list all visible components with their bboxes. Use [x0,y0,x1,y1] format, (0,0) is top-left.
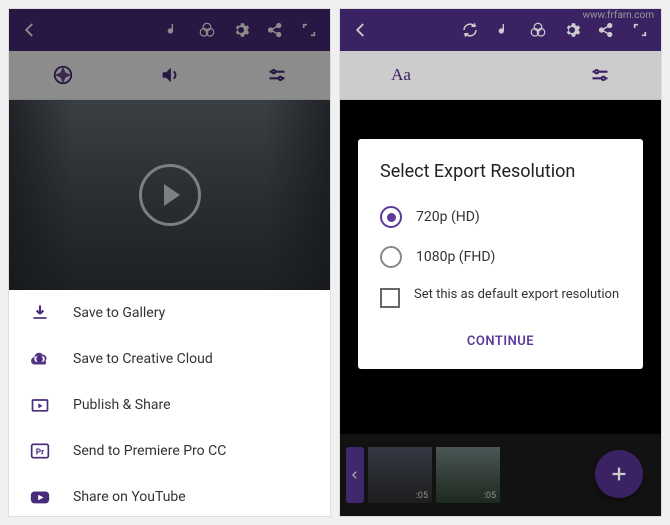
default-resolution-checkbox[interactable]: Set this as default export resolution [380,286,621,308]
music-icon[interactable] [164,21,182,39]
radio-label: 1080p (FHD) [416,249,495,265]
sub-toolbar [9,51,330,100]
share-item-label: Save to Gallery [73,305,165,321]
clip-thumbnail[interactable]: :05 [368,447,432,503]
clip-trim-handle[interactable] [346,447,364,503]
two-screens: Save to Gallery Save to Creative Cloud P… [0,0,670,525]
back-icon[interactable] [352,21,370,39]
share-item-label: Save to Creative Cloud [73,351,213,367]
gear-icon[interactable] [563,21,581,39]
gear-icon[interactable] [232,21,250,39]
radio-icon [380,206,402,228]
sync-icon[interactable] [461,21,479,39]
sliders-icon[interactable] [589,64,611,86]
share-item-label: Share on YouTube [73,489,186,505]
topbar [9,9,330,51]
fullscreen-icon[interactable] [631,21,649,39]
sliders-icon[interactable] [266,64,288,86]
radio-icon [380,246,402,268]
youtube-icon [29,486,51,508]
play-icon[interactable] [139,164,201,226]
publish-icon [29,394,51,416]
premiere-icon: Pr [29,440,51,462]
share-icon[interactable] [597,21,615,39]
svg-text:Pr: Pr [36,447,44,457]
send-premiere-item[interactable]: Pr Send to Premiere Pro CC [9,428,330,474]
add-clip-button[interactable] [595,450,643,498]
clip-thumbnail[interactable]: :05 [436,447,500,503]
continue-button[interactable]: CONTINUE [380,328,621,355]
share-youtube-item[interactable]: Share on YouTube [9,474,330,517]
back-icon[interactable] [21,21,39,39]
fullscreen-icon[interactable] [300,21,318,39]
resolution-option-1080p[interactable]: 1080p (FHD) [380,246,621,268]
download-icon [29,302,51,324]
share-icon[interactable] [266,21,284,39]
share-menu: Save to Gallery Save to Creative Cloud P… [9,290,330,517]
share-item-label: Send to Premiere Pro CC [73,443,226,459]
music-icon[interactable] [495,21,513,39]
share-item-label: Publish & Share [73,397,171,413]
checkbox-label: Set this as default export resolution [414,286,621,304]
looks-icon[interactable] [529,21,547,39]
looks-icon[interactable] [198,21,216,39]
clip-duration: :05 [484,491,496,501]
export-screen: Aa :05 :05 Select Exp [339,8,662,517]
clip-duration: :05 [416,491,428,501]
sub-toolbar: Aa [340,51,661,100]
export-resolution-dialog: Select Export Resolution 720p (HD) 1080p… [358,139,643,369]
resolution-option-720p[interactable]: 720p (HD) [380,206,621,228]
save-gallery-item[interactable]: Save to Gallery [9,290,330,336]
checkbox-icon [380,288,400,308]
publish-share-item[interactable]: Publish & Share [9,382,330,428]
save-cloud-item[interactable]: Save to Creative Cloud [9,336,330,382]
share-screen: Save to Gallery Save to Creative Cloud P… [8,8,331,517]
watermark-text: www.frfam.com [582,10,654,21]
cloud-icon [29,348,51,370]
volume-icon[interactable] [159,64,181,86]
dialog-title: Select Export Resolution [380,161,621,182]
aperture-icon[interactable] [52,64,74,86]
text-tool-icon[interactable]: Aa [390,64,412,86]
video-preview[interactable] [9,100,330,290]
radio-label: 720p (HD) [416,209,480,225]
